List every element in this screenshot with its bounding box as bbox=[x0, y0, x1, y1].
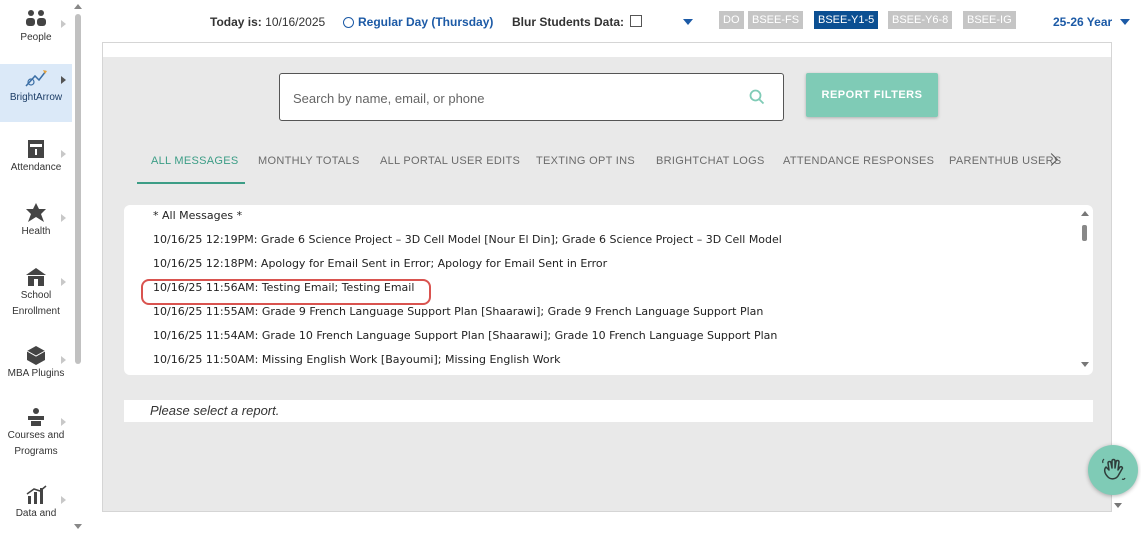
list-item[interactable]: 10/16/25 12:18PM: Apology for Email Sent… bbox=[153, 257, 607, 270]
chevron-right-icon bbox=[61, 496, 66, 504]
tab-portal-user-edits[interactable]: ALL PORTAL USER EDITS bbox=[380, 155, 520, 167]
globe-icon bbox=[343, 17, 354, 28]
search-icon[interactable] bbox=[749, 89, 765, 105]
list-item[interactable]: 10/16/25 11:54AM: Grade 10 French Langua… bbox=[153, 329, 777, 342]
scroll-up-icon[interactable] bbox=[74, 4, 82, 9]
scroll-thumb[interactable] bbox=[1082, 225, 1087, 241]
sidebar-item-courses[interactable]: Courses and Programs bbox=[0, 406, 72, 466]
tab-parenthub-users[interactable]: PARENTHUB USERS bbox=[949, 155, 1061, 167]
left-sidebar: People BrightArrow Attendance Health Sch… bbox=[0, 0, 72, 533]
chevron-down-icon[interactable] bbox=[1120, 19, 1130, 25]
day-type[interactable]: Regular Day (Thursday) bbox=[343, 15, 493, 29]
school-tag-do[interactable]: DO bbox=[719, 11, 744, 29]
sidebar-item-mba-plugins[interactable]: MBA Plugins bbox=[0, 344, 72, 394]
search-input[interactable] bbox=[291, 87, 735, 109]
active-tab-indicator bbox=[137, 182, 245, 184]
scroll-down-icon[interactable] bbox=[74, 524, 82, 529]
scroll-down-icon[interactable] bbox=[1081, 362, 1089, 367]
chevron-right-icon bbox=[61, 356, 66, 364]
message-list-scrollbar[interactable] bbox=[1079, 209, 1091, 371]
tab-brightchat-logs[interactable]: BRIGHTCHAT LOGS bbox=[656, 155, 765, 167]
chevron-right-icon bbox=[61, 150, 66, 158]
sidebar-item-attendance[interactable]: Attendance bbox=[0, 138, 72, 188]
search-box[interactable] bbox=[279, 73, 784, 121]
school-tag-bsee-y6-8[interactable]: BSEE-Y6-8 bbox=[888, 11, 953, 29]
list-item[interactable]: 10/16/25 12:19PM: Grade 6 Science Projec… bbox=[153, 233, 782, 246]
plugin-icon bbox=[26, 346, 46, 365]
report-placeholder: Please select a report. bbox=[150, 403, 280, 418]
report-output: Please select a report. bbox=[124, 400, 1093, 422]
today-info: Today is: 10/16/2025 bbox=[210, 15, 326, 29]
list-item[interactable]: 10/16/25 11:55AM: Grade 9 French Languag… bbox=[153, 305, 763, 318]
report-panel: REPORT FILTERS ALL MESSAGES MONTHLY TOTA… bbox=[102, 42, 1112, 512]
help-button[interactable] bbox=[1088, 445, 1138, 495]
list-item[interactable]: 10/16/25 11:56AM: Testing Email; Testing… bbox=[153, 281, 414, 294]
panel-header-strip bbox=[103, 43, 1111, 57]
top-bar: Today is: 10/16/2025 Regular Day (Thursd… bbox=[86, 0, 1141, 44]
tab-attendance-responses[interactable]: ATTENDANCE RESPONSES bbox=[783, 155, 934, 167]
list-item[interactable]: 10/16/25 11:50AM: Missing English Work [… bbox=[153, 353, 561, 366]
courses-icon bbox=[28, 408, 44, 426]
chevron-right-icon bbox=[61, 278, 66, 286]
sidebar-item-brightarrow[interactable]: BrightArrow bbox=[0, 64, 72, 122]
blur-checkbox[interactable] bbox=[630, 15, 643, 27]
attendance-icon bbox=[28, 140, 44, 158]
school-tag-bsee-y1-5[interactable]: BSEE-Y1-5 bbox=[814, 11, 879, 29]
tab-all-messages[interactable]: ALL MESSAGES bbox=[151, 155, 239, 167]
school-tag-bsee-fs[interactable]: BSEE-FS bbox=[748, 11, 804, 29]
chevron-right-icon bbox=[61, 20, 66, 28]
school-icon bbox=[26, 268, 46, 286]
page-scrollbar[interactable] bbox=[1112, 42, 1124, 512]
wave-hand-icon bbox=[1102, 458, 1126, 480]
sidebar-item-data[interactable]: Data and bbox=[0, 484, 72, 533]
report-filters-button[interactable]: REPORT FILTERS bbox=[806, 73, 938, 117]
sidebar-item-school-enrollment[interactable]: School Enrollment bbox=[0, 266, 72, 326]
list-item[interactable]: * All Messages * bbox=[153, 209, 242, 222]
tab-monthly-totals[interactable]: MONTHLY TOTALS bbox=[258, 155, 360, 167]
report-tabs: ALL MESSAGES MONTHLY TOTALS ALL PORTAL U… bbox=[137, 149, 1077, 185]
sidebar-item-health[interactable]: Health bbox=[0, 202, 72, 252]
scroll-thumb[interactable] bbox=[75, 14, 81, 364]
chevron-right-icon bbox=[61, 214, 66, 222]
message-list: * All Messages * 10/16/25 12:19PM: Grade… bbox=[124, 205, 1093, 375]
data-icon bbox=[26, 485, 47, 504]
chevron-right-icon bbox=[61, 418, 66, 426]
brightarrow-icon bbox=[25, 70, 47, 87]
tab-texting-opt-ins[interactable]: TEXTING OPT INS bbox=[536, 155, 635, 167]
chevron-right-icon bbox=[61, 76, 66, 84]
scroll-down-icon[interactable] bbox=[1114, 503, 1122, 508]
school-tag-bsee-ig[interactable]: BSEE-IG bbox=[963, 11, 1016, 29]
health-icon bbox=[26, 203, 46, 222]
chevron-down-icon[interactable] bbox=[683, 19, 693, 25]
scroll-up-icon[interactable] bbox=[1081, 211, 1089, 216]
sidebar-item-people[interactable]: People bbox=[0, 8, 72, 58]
year-selector[interactable]: 25-26 Year bbox=[1053, 15, 1112, 29]
blur-students-toggle[interactable]: Blur Students Data: bbox=[512, 15, 643, 29]
people-icon bbox=[26, 10, 46, 26]
sidebar-scrollbar[interactable] bbox=[73, 0, 83, 533]
